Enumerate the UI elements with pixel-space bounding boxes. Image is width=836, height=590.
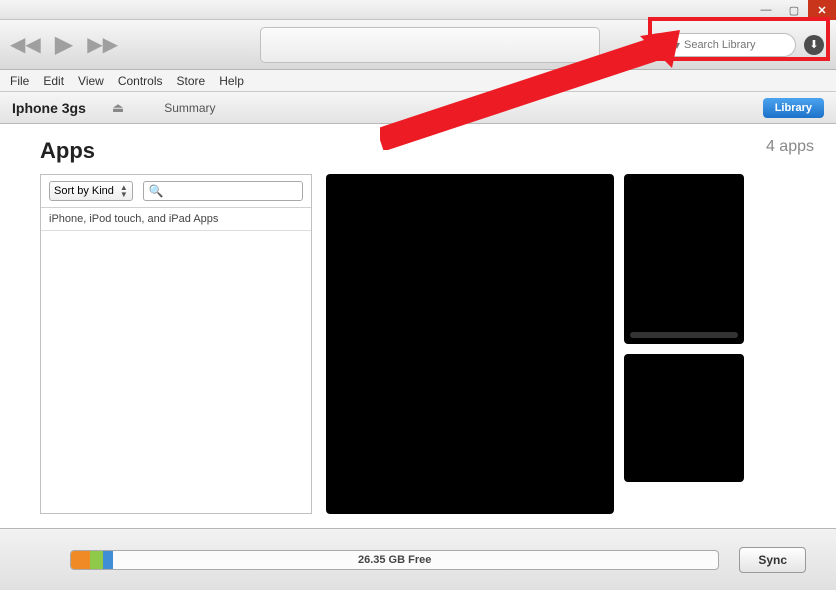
- search-icon: 🔍: [655, 38, 670, 52]
- apps-filter-input[interactable]: [164, 185, 297, 197]
- sync-button[interactable]: Sync: [739, 547, 806, 573]
- apps-filter[interactable]: 🔍: [143, 181, 303, 201]
- downloads-button[interactable]: ⬇: [804, 35, 824, 55]
- capacity-bar: 26.35 GB Free: [70, 550, 719, 570]
- apps-list-panel: Sort by Kind ▲▼ 🔍 iPhone, iPod touch, an…: [40, 174, 312, 514]
- tab-summary[interactable]: Summary: [164, 101, 215, 115]
- app-count: 4 apps: [766, 138, 814, 164]
- next-button[interactable]: ▶▶: [87, 32, 118, 57]
- home-screen-thumb-2[interactable]: [624, 354, 744, 482]
- eject-icon[interactable]: ⏏: [112, 100, 124, 116]
- menu-controls[interactable]: Controls: [118, 74, 163, 88]
- device-tab-bar: Iphone 3gs ⏏ Summary Library: [0, 92, 836, 124]
- footer-bar: 26.35 GB Free Sync: [0, 528, 836, 590]
- menu-bar: File Edit View Controls Store Help: [0, 70, 836, 92]
- window-min[interactable]: —: [752, 0, 780, 20]
- section-title: Apps: [40, 138, 95, 164]
- window-max[interactable]: ▢: [780, 0, 808, 20]
- player-bar: ◀◀ ▶ ▶▶ 🔍 ▾ ⬇: [0, 20, 836, 70]
- sort-arrows-icon: ▲▼: [120, 184, 128, 198]
- play-button[interactable]: ▶: [55, 30, 73, 59]
- prev-button[interactable]: ◀◀: [10, 32, 41, 57]
- device-name: Iphone 3gs: [12, 100, 86, 116]
- sort-label: Sort by Kind: [54, 185, 114, 197]
- home-screen-thumb-1[interactable]: [624, 174, 744, 344]
- menu-file[interactable]: File: [10, 74, 29, 88]
- sort-dropdown[interactable]: Sort by Kind ▲▼: [49, 181, 133, 201]
- search-library[interactable]: 🔍 ▾: [646, 33, 796, 57]
- library-button[interactable]: Library: [763, 98, 824, 118]
- menu-help[interactable]: Help: [219, 74, 244, 88]
- window-titlebar: — ▢ ✕: [0, 0, 836, 20]
- lcd-display: [260, 27, 600, 63]
- apps-subheader: iPhone, iPod touch, and iPad Apps: [41, 208, 311, 231]
- home-screen-page[interactable]: [326, 174, 614, 514]
- menu-store[interactable]: Store: [177, 74, 206, 88]
- window-close[interactable]: ✕: [808, 0, 836, 20]
- menu-edit[interactable]: Edit: [43, 74, 64, 88]
- search-chevron-icon: ▾: [674, 38, 680, 52]
- menu-view[interactable]: View: [78, 74, 104, 88]
- search-input[interactable]: [684, 39, 807, 51]
- filter-search-icon: 🔍: [149, 184, 164, 198]
- capacity-free-label: 26.35 GB Free: [71, 554, 718, 566]
